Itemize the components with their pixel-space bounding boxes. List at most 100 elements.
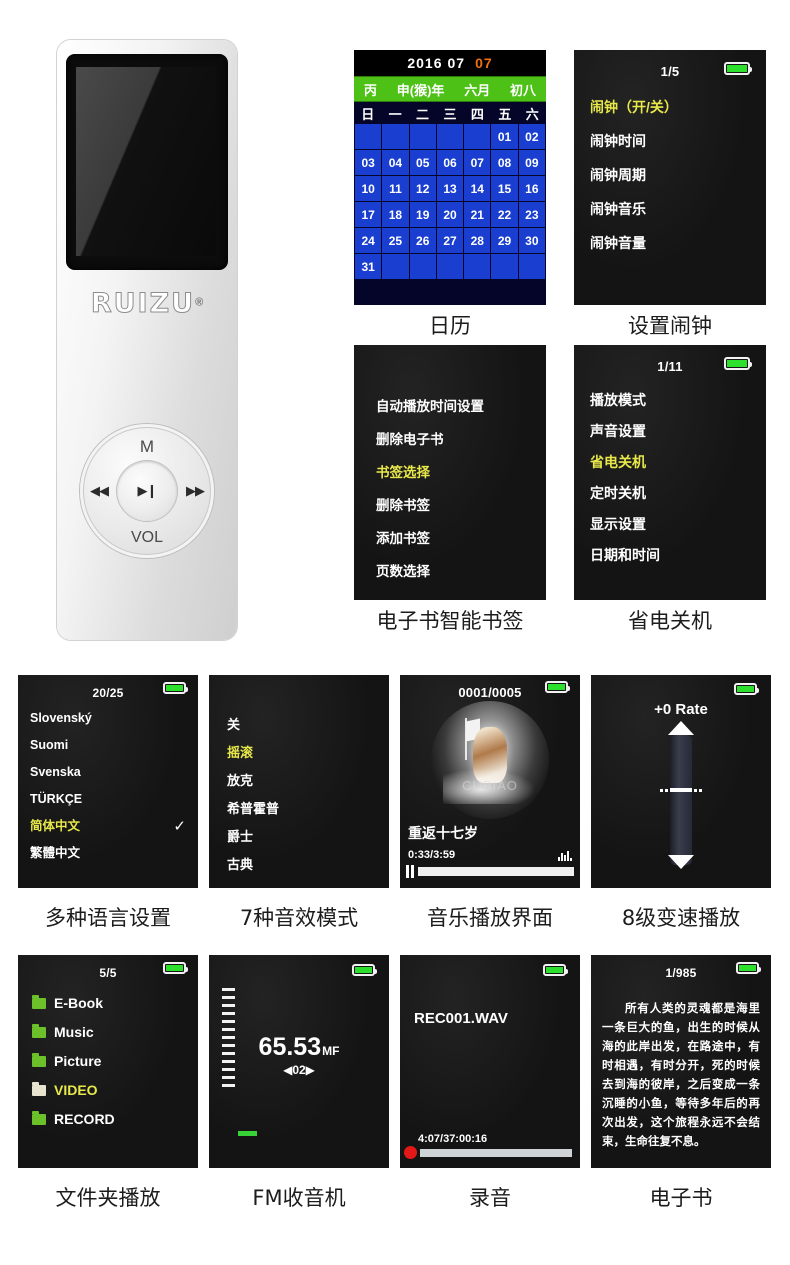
calendar-day-cell[interactable]: 01 — [491, 124, 518, 149]
volume-button-label[interactable]: VOL — [80, 529, 214, 547]
calendar-day-cell[interactable]: 23 — [518, 202, 545, 227]
ebook-bookmark-menu-item[interactable]: 删除书签 — [376, 489, 546, 522]
equalizer-menu-item[interactable]: 摇滚 — [227, 739, 389, 767]
triangle-up-icon[interactable] — [668, 721, 694, 735]
calendar-day-cell[interactable]: 25 — [382, 228, 409, 253]
folder-list[interactable]: E-Book Music Picture VIDEO RECORD — [32, 989, 198, 1134]
equalizer-menu-item[interactable]: 爵士 — [227, 823, 389, 851]
equalizer-menu-item[interactable]: 关 — [227, 711, 389, 739]
menu-button-label[interactable]: M — [80, 437, 214, 457]
alarm-menu-item[interactable]: 闹钟音乐 — [590, 192, 766, 226]
progress-bar[interactable] — [418, 867, 574, 876]
record-dot-icon[interactable] — [404, 1146, 417, 1159]
language-menu-item[interactable]: Suomi — [30, 732, 186, 759]
calendar-day-cell[interactable]: 03 — [355, 150, 382, 175]
settings-menu-item[interactable]: 显示设置 — [590, 509, 766, 540]
calendar-day-cell[interactable]: 12 — [409, 176, 436, 201]
folder-list-item[interactable]: E-Book — [32, 989, 198, 1018]
calendar-day-cell[interactable]: 27 — [436, 228, 464, 253]
play-pause-button[interactable]: ▶❙ — [117, 461, 177, 521]
calendar-day-cell[interactable]: 11 — [382, 176, 409, 201]
calendar-day-cell[interactable]: 24 — [355, 228, 382, 253]
alarm-menu-item[interactable]: 闹钟时间 — [590, 124, 766, 158]
equalizer-menu-list[interactable]: 关摇滚 放克 希普霍普 爵士 古典 — [227, 711, 389, 879]
alarm-menu-item[interactable]: 闹钟音量 — [590, 226, 766, 260]
calendar-day-cell[interactable]: 31 — [355, 254, 382, 279]
language-menu-list[interactable]: Slovenský Suomi Svenska TÜRKÇE 简体中文 ✓ 繁體中文 — [30, 705, 186, 867]
language-menu-item[interactable]: TÜRKÇE — [30, 786, 186, 813]
triangle-down-icon[interactable] — [668, 855, 694, 869]
ebook-bookmark-menu-list[interactable]: 自动播放时间设置 删除电子书 书签选择 删除书签 添加书签 页数选择 — [376, 390, 546, 588]
fm-preset[interactable]: ◀02▶ — [209, 1063, 389, 1077]
folder-list-item[interactable]: VIDEO — [32, 1076, 198, 1105]
alarm-menu-item[interactable]: 闹钟周期 — [590, 158, 766, 192]
play-pause-icon[interactable]: ▶❙ — [138, 483, 158, 499]
calendar-day-cell[interactable]: 16 — [518, 176, 545, 201]
calendar-day-cell[interactable]: 05 — [409, 150, 436, 175]
calendar-day-cell[interactable]: 19 — [409, 202, 436, 227]
calendar-day-cell[interactable]: 14 — [464, 176, 491, 201]
settings-menu-item[interactable]: 定时关机 — [590, 478, 766, 509]
calendar-day-cell[interactable]: 07 — [464, 150, 491, 175]
folder-list-item[interactable]: Music — [32, 1018, 198, 1047]
alarm-menu-list[interactable]: 闹钟（开/关） 闹钟时间 闹钟周期 闹钟音乐 闹钟音量 — [590, 90, 766, 260]
check-icon: ✓ — [173, 818, 186, 835]
language-menu-item[interactable]: Slovenský — [30, 705, 186, 732]
calendar-day-cell[interactable]: 17 — [355, 202, 382, 227]
ebook-bookmark-menu-item[interactable]: 书签选择 — [376, 456, 546, 489]
ebook-bookmark-menu-item[interactable]: 添加书签 — [376, 522, 546, 555]
calendar-day-cell[interactable]: 28 — [464, 228, 491, 253]
folder-icon — [32, 1111, 46, 1125]
equalizer-menu-item[interactable]: 希普霍普 — [227, 795, 389, 823]
previous-track-icon[interactable]: ◀◀ — [90, 483, 109, 499]
calendar-day-cell[interactable]: 13 — [436, 176, 464, 201]
power-settings-menu-list[interactable]: 播放模式 声音设置 省电关机 定时关机 显示设置 日期和时间 — [590, 385, 766, 571]
calendar-day-cell[interactable]: 29 — [491, 228, 518, 253]
calendar-year: 2016 — [407, 55, 443, 71]
calendar-day-cell[interactable]: 02 — [518, 124, 545, 149]
equalizer-menu-item[interactable]: 古典 — [227, 851, 389, 879]
pause-icon[interactable] — [406, 865, 414, 878]
equalizer-menu-item[interactable]: 放克 — [227, 767, 389, 795]
recording-progress-bar[interactable] — [420, 1149, 572, 1157]
calendar-day-cell[interactable]: 15 — [491, 176, 518, 201]
next-track-icon[interactable]: ▶▶ — [186, 483, 205, 499]
calendar-day-cell[interactable]: 26 — [409, 228, 436, 253]
calendar-day-cell[interactable]: 10 — [355, 176, 382, 201]
language-menu-item[interactable]: Svenska — [30, 759, 186, 786]
language-menu-item[interactable]: 简体中文 ✓ — [30, 813, 186, 840]
weekday-label: 五 — [498, 106, 512, 122]
calendar-day-cell[interactable]: 18 — [382, 202, 409, 227]
settings-menu-item[interactable]: 声音设置 — [590, 416, 766, 447]
calendar-day-cell[interactable]: 21 — [464, 202, 491, 227]
language-menu-item[interactable]: 繁體中文 — [30, 840, 186, 867]
calendar-day-cell[interactable]: 08 — [491, 150, 518, 175]
calendar-day-cell[interactable]: 22 — [491, 202, 518, 227]
power-settings-screen: 1/11 播放模式 声音设置 省电关机 定时关机 显示设置 日期和时间 — [574, 345, 766, 600]
calendar-cell-empty — [436, 124, 464, 149]
mp3-player-device: RUIZU® M VOL ◀◀ ▶▶ ▶❙ — [57, 40, 237, 640]
rate-slider-thumb[interactable] — [660, 788, 702, 792]
battery-icon — [724, 357, 752, 370]
settings-menu-item[interactable]: 播放模式 — [590, 385, 766, 416]
alarm-menu-item[interactable]: 闹钟（开/关） — [590, 90, 766, 124]
calendar-day-cell[interactable]: 30 — [518, 228, 545, 253]
folder-list-item[interactable]: Picture — [32, 1047, 198, 1076]
language-label: Suomi — [30, 738, 69, 752]
lunar-bar: 丙 申(猴)年 六月 初八 — [354, 76, 546, 102]
ebook-bookmark-menu-item[interactable]: 自动播放时间设置 — [376, 390, 546, 423]
brand-name: RUIZU — [90, 288, 196, 320]
calendar-day-cell[interactable]: 06 — [436, 150, 464, 175]
calendar-day-cell[interactable]: 04 — [382, 150, 409, 175]
ebook-bookmark-menu-item[interactable]: 删除电子书 — [376, 423, 546, 456]
fm-next-arrow-icon[interactable]: ▶ — [306, 1063, 315, 1077]
calendar-day-cell[interactable]: 09 — [518, 150, 545, 175]
calendar-day-cell[interactable]: 20 — [436, 202, 464, 227]
settings-menu-item[interactable]: 省电关机 — [590, 447, 766, 478]
ebook-bookmark-menu-item[interactable]: 页数选择 — [376, 555, 546, 588]
folder-list-item[interactable]: RECORD — [32, 1105, 198, 1134]
fm-prev-arrow-icon[interactable]: ◀ — [283, 1063, 292, 1077]
control-wheel[interactable]: M VOL ◀◀ ▶▶ ▶❙ — [80, 424, 214, 558]
settings-menu-item[interactable]: 日期和时间 — [590, 540, 766, 571]
rate-slider-track[interactable] — [670, 735, 692, 865]
